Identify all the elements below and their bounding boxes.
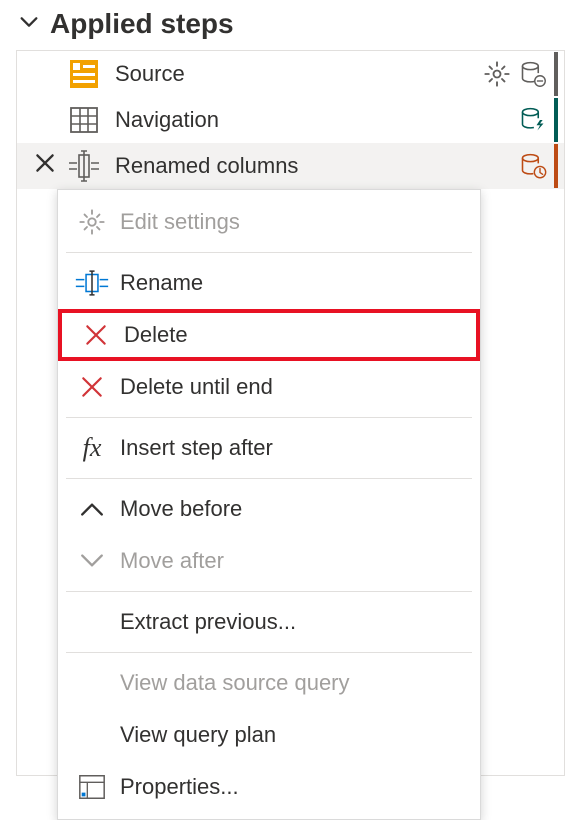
step-row-source[interactable]: Source [17,51,564,97]
step-row-navigation[interactable]: Navigation [17,97,564,143]
gear-icon[interactable] [482,59,512,89]
menu-item-label: View data source query [120,670,350,696]
menu-item-label: Delete until end [120,374,273,400]
menu-item-properties[interactable]: Properties... [58,761,480,813]
table-icon [67,103,101,137]
menu-item-rename[interactable]: Rename [58,257,480,309]
step-label: Renamed columns [115,153,518,179]
menu-item-insert-step-after[interactable]: fx Insert step after [58,422,480,474]
step-label: Navigation [115,107,518,133]
menu-item-move-before[interactable]: Move before [58,483,480,535]
menu-item-label: Insert step after [120,435,273,461]
menu-item-label: Rename [120,270,203,296]
step-row-renamed-columns[interactable]: Renamed columns [17,143,564,189]
table-source-icon [67,57,101,91]
applied-steps-header[interactable]: Applied steps [0,0,581,50]
close-x-icon [72,369,112,405]
menu-item-label: Delete [124,322,188,348]
fx-icon: fx [72,430,112,466]
rename-icon [72,265,112,301]
database-clock-icon[interactable] [518,151,548,181]
delete-x-icon[interactable] [32,150,58,182]
chevron-up-icon [72,491,112,527]
menu-item-delete-until-end[interactable]: Delete until end [58,361,480,413]
section-title: Applied steps [50,8,234,40]
chevron-down-icon [18,8,40,40]
database-lightning-icon[interactable] [518,105,548,135]
menu-item-delete[interactable]: Delete [58,309,480,361]
menu-item-label: Properties... [120,774,239,800]
chevron-down-icon [72,543,112,579]
properties-icon [72,769,112,805]
menu-item-edit-settings: Edit settings [58,196,480,248]
applied-steps-panel: Source Navigation [16,50,565,776]
menu-item-label: Move before [120,496,242,522]
close-x-icon [76,317,116,353]
rename-columns-icon [67,149,101,183]
menu-item-label: Move after [120,548,224,574]
database-minus-icon[interactable] [518,59,548,89]
step-label: Source [115,61,482,87]
gear-icon [72,204,112,240]
menu-item-extract-previous[interactable]: Extract previous... [58,596,480,648]
step-context-menu: Edit settings Rename Delete Dele [57,189,481,820]
menu-item-view-query-plan[interactable]: View query plan [58,709,480,761]
menu-item-label: View query plan [120,722,276,748]
menu-item-label: Extract previous... [120,609,296,635]
menu-item-move-after: Move after [58,535,480,587]
menu-item-label: Edit settings [120,209,240,235]
menu-item-view-data-source-query: View data source query [58,657,480,709]
